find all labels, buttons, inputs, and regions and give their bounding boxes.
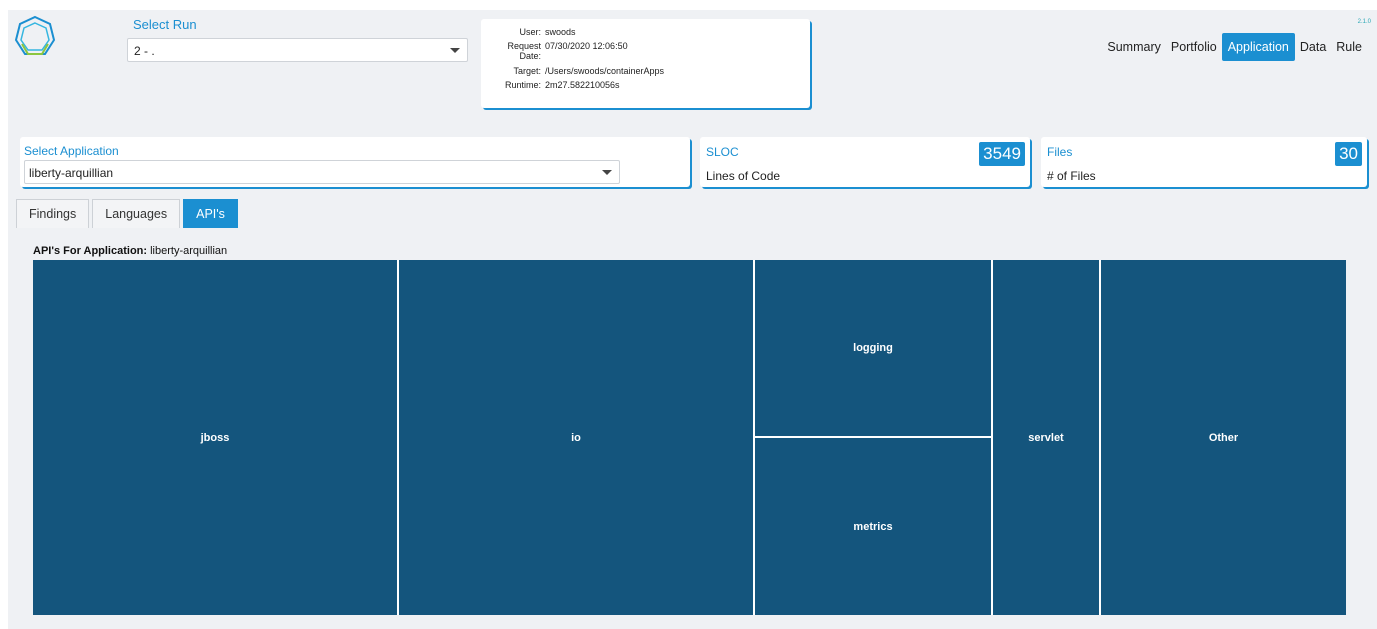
sloc-subtitle: Lines of Code <box>706 169 781 183</box>
treemap-cell-label: Other <box>1208 431 1239 444</box>
treemap-cell-metrics[interactable]: metrics <box>755 438 991 615</box>
files-title: Files <box>1047 145 1073 159</box>
run-info-value: 2m27.582210056s <box>545 80 620 90</box>
treemap-cell-label: io <box>571 431 581 444</box>
run-select[interactable]: 2 - . <box>127 38 468 62</box>
run-select-value: 2 - . <box>134 44 155 58</box>
treemap-cell-label: metrics <box>853 520 893 533</box>
chevron-down-icon[interactable] <box>602 170 612 175</box>
treemap-cell-label: logging <box>853 342 893 354</box>
nav-rule[interactable]: Rule <box>1331 33 1367 61</box>
treemap-cell-other[interactable]: Other <box>1101 260 1346 615</box>
files-card: Files 30 # of Files <box>1041 137 1367 187</box>
tab-apis[interactable]: API's <box>183 199 238 228</box>
treemap-cell-jboss[interactable]: jboss <box>33 260 397 615</box>
tab-findings[interactable]: Findings <box>16 199 90 228</box>
treemap-cell-io[interactable]: io <box>399 260 753 615</box>
run-info-value: 07/30/2020 12:06:50 <box>545 41 628 51</box>
nav-application[interactable]: Application <box>1221 33 1295 61</box>
version-label: 2.1.0 <box>1357 19 1371 25</box>
files-subtitle: # of Files <box>1047 169 1096 183</box>
sloc-title: SLOC <box>706 145 739 159</box>
application-tabs: Findings Languages API's <box>16 199 241 228</box>
select-application-label: Select Application <box>24 144 119 158</box>
treemap-cell-logging[interactable]: logging <box>755 260 991 436</box>
tab-languages[interactable]: Languages <box>92 199 181 228</box>
application-select[interactable]: liberty-arquillian <box>24 160 620 184</box>
run-info-key: User: <box>519 27 541 37</box>
sloc-count-badge: 3549 <box>979 142 1025 166</box>
api-treemap: jboss io logging metrics servlet Other <box>33 260 1346 615</box>
chart-heading-app: liberty-arquillian <box>150 245 228 257</box>
run-info-value: /Users/swoods/containerApps <box>545 66 665 76</box>
run-info-value: swoods <box>545 27 576 37</box>
files-count-badge: 30 <box>1335 142 1362 166</box>
sloc-card: SLOC 3549 Lines of Code <box>700 137 1030 187</box>
nav-summary[interactable]: Summary <box>1102 33 1165 61</box>
application-select-value: liberty-arquillian <box>29 166 114 180</box>
select-application-card: Select Application liberty-arquillian <box>20 137 690 187</box>
nav-portfolio[interactable]: Portfolio <box>1166 33 1222 61</box>
run-info-key: Request Date: <box>507 41 541 61</box>
treemap-cell-servlet[interactable]: servlet <box>993 260 1099 615</box>
run-info-key: Runtime: <box>504 80 541 90</box>
run-info-panel: User: swoods Request Date: 07/30/2020 12… <box>481 19 810 108</box>
treemap-cell-label: jboss <box>200 431 230 444</box>
app-logo <box>12 14 58 60</box>
run-info-key: Target: <box>513 66 541 76</box>
treemap-cell-label: servlet <box>1028 431 1064 444</box>
nav-data[interactable]: Data <box>1295 33 1331 61</box>
chart-heading: API's For Application: liberty-arquillia… <box>33 245 227 257</box>
chevron-down-icon[interactable] <box>450 48 460 53</box>
select-run-label: Select Run <box>133 17 197 32</box>
chart-heading-prefix: API's For Application: <box>33 245 148 257</box>
main-nav: Summary Portfolio Application Data Rule <box>1102 33 1367 61</box>
